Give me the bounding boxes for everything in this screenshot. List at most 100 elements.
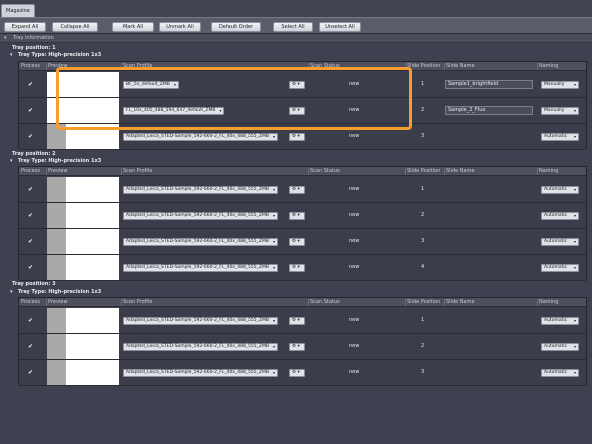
scan-profile-select[interactable]: Adapted_Leica_STED-Sample_592-660-2_FL_4… bbox=[123, 133, 278, 141]
process-checkbox[interactable]: ✔ bbox=[28, 81, 33, 88]
scan-profile-select[interactable]: Adapted_Leica_STED-Sample_592-660-2_FL_4… bbox=[123, 212, 278, 220]
tray-type-header[interactable]: ▾ Tray Type: High-precision 1x3 bbox=[10, 289, 101, 296]
scan-status: new bbox=[349, 186, 360, 192]
column-header-scan-profile[interactable]: Scan Profile bbox=[123, 167, 152, 175]
table-row[interactable]: ✔ Adapted_Leica_STED-Sample_592-660-2_FL_… bbox=[19, 334, 586, 360]
table-row[interactable]: ✔ Adapted_Leica_STED-Sample_592-660-2_FL_… bbox=[19, 229, 586, 255]
column-header-naming[interactable]: Naming bbox=[539, 167, 558, 175]
column-divider[interactable] bbox=[46, 63, 47, 70]
tab-magazine[interactable]: Magazine bbox=[1, 4, 35, 17]
profile-options-button[interactable]: ⚙ ▾ bbox=[289, 317, 305, 325]
table-row[interactable]: ✔ Adapted_Leica_STED-Sample_592-660-2_FL_… bbox=[19, 255, 586, 281]
naming-select[interactable]: Automatic ▾ bbox=[541, 317, 579, 325]
column-divider[interactable] bbox=[405, 168, 406, 175]
column-header-naming[interactable]: Naming bbox=[539, 62, 558, 70]
process-checkbox[interactable]: ✔ bbox=[28, 343, 33, 350]
slide-name-input[interactable]: Sample_2_Fluo bbox=[445, 106, 533, 115]
scan-profile-select[interactable]: Adapted_Leica_STED-Sample_592-660-2_FL_4… bbox=[123, 264, 278, 272]
table-row[interactable]: ✔ Adapted_Leica_STED-Sample_592-660-2_FL_… bbox=[19, 360, 586, 386]
chevron-down-icon: ▾ bbox=[573, 134, 576, 139]
column-divider[interactable] bbox=[444, 299, 445, 306]
chevron-down-icon: ▾ bbox=[272, 344, 275, 349]
table-row[interactable]: ✔ Adapted_Leica_STED-Sample_592-660-2_FL_… bbox=[19, 203, 586, 229]
process-checkbox[interactable]: ✔ bbox=[28, 212, 33, 219]
chevron-down-icon: ▾ bbox=[4, 35, 7, 41]
column-header-preview[interactable]: Preview bbox=[48, 167, 67, 175]
profile-options-button[interactable]: ⚙ ▾ bbox=[289, 264, 305, 272]
column-divider[interactable] bbox=[444, 168, 445, 175]
process-checkbox[interactable]: ✔ bbox=[28, 238, 33, 245]
process-checkbox[interactable]: ✔ bbox=[28, 107, 33, 114]
naming-select[interactable]: Automatic ▾ bbox=[541, 133, 579, 141]
naming-value: Automatic bbox=[544, 187, 568, 192]
column-divider[interactable] bbox=[405, 299, 406, 306]
profile-options-button[interactable]: ⚙ ▾ bbox=[289, 238, 305, 246]
column-header-slide-position[interactable]: Slide Position bbox=[407, 167, 440, 175]
select-all-button[interactable]: Select All bbox=[273, 22, 313, 32]
profile-options-button[interactable]: ⚙ ▾ bbox=[289, 133, 305, 141]
process-checkbox[interactable]: ✔ bbox=[28, 264, 33, 271]
column-header-slide-name[interactable]: Slide Name bbox=[446, 62, 475, 70]
column-header-slide-name[interactable]: Slide Name bbox=[446, 167, 475, 175]
naming-select[interactable]: Manually ▾ bbox=[541, 107, 579, 115]
scan-profile-select[interactable]: Adapted_Leica_STED-Sample_592-660-2_FL_4… bbox=[123, 369, 278, 377]
tray-type-header[interactable]: ▾ Tray Type: High-precision 1x3 bbox=[10, 52, 101, 59]
column-header-naming[interactable]: Naming bbox=[539, 298, 558, 306]
slide-name-input[interactable]: Sample1_brightfield bbox=[445, 80, 533, 89]
column-divider[interactable] bbox=[537, 168, 538, 175]
process-checkbox[interactable]: ✔ bbox=[28, 369, 33, 376]
naming-select[interactable]: Automatic ▾ bbox=[541, 212, 579, 220]
column-divider[interactable] bbox=[537, 299, 538, 306]
profile-options-button[interactable]: ⚙ ▾ bbox=[289, 369, 305, 377]
process-checkbox[interactable]: ✔ bbox=[28, 186, 33, 193]
expand-all-button[interactable]: Expand All bbox=[4, 22, 46, 32]
profile-options-button[interactable]: ⚙ ▾ bbox=[289, 212, 305, 220]
column-header-preview[interactable]: Preview bbox=[48, 298, 67, 306]
default-order-button[interactable]: Default Order bbox=[211, 22, 261, 32]
scan-profile-value: Adapted_Leica_STED-Sample_592-660-2_FL_4… bbox=[126, 344, 269, 349]
column-header-scan-profile[interactable]: Scan Profile bbox=[123, 298, 152, 306]
column-divider[interactable] bbox=[121, 168, 122, 175]
process-checkbox[interactable]: ✔ bbox=[28, 317, 33, 324]
table-row[interactable]: ✔ Adapted_Leica_STED-Sample_592-660-2_FL_… bbox=[19, 177, 586, 203]
column-header-scan-status[interactable]: Scan Status bbox=[310, 167, 340, 175]
column-header-process[interactable]: Process bbox=[21, 62, 40, 70]
scan-profile-select[interactable]: Adapted_Leica_STED-Sample_592-660-2_FL_4… bbox=[123, 238, 278, 246]
scan-profile-select[interactable]: Adapted_Leica_STED-Sample_592-660-2_FL_4… bbox=[123, 343, 278, 351]
profile-options-button[interactable]: ⚙ ▾ bbox=[289, 186, 305, 194]
scan-profile-select[interactable]: Adapted_Leica_STED-Sample_592-660-2_FL_4… bbox=[123, 186, 278, 194]
column-header-scan-status[interactable]: Scan Status bbox=[310, 298, 340, 306]
column-divider[interactable] bbox=[46, 168, 47, 175]
column-header-slide-position[interactable]: Slide Position bbox=[407, 62, 440, 70]
tray-type-header[interactable]: ▾ Tray Type: High-precision 1x3 bbox=[10, 158, 101, 165]
scan-profile-value: Adapted_Leica_STED-Sample_592-660-2_FL_4… bbox=[126, 134, 269, 139]
unselect-all-button[interactable]: Unselect All bbox=[319, 22, 361, 32]
mark-all-button[interactable]: Mark All bbox=[112, 22, 154, 32]
column-header-process[interactable]: Process bbox=[21, 298, 40, 306]
naming-select[interactable]: Manually ▾ bbox=[541, 81, 579, 89]
column-divider[interactable] bbox=[308, 168, 309, 175]
profile-options-button[interactable]: ⚙ ▾ bbox=[289, 343, 305, 351]
column-header-slide-position[interactable]: Slide Position bbox=[407, 298, 440, 306]
column-header-slide-name[interactable]: Slide Name bbox=[446, 298, 475, 306]
chevron-down-icon: ▾ bbox=[573, 239, 576, 244]
naming-select[interactable]: Automatic ▾ bbox=[541, 186, 579, 194]
table-row[interactable]: ✔ Adapted_Leica_STED-Sample_592-660-2_FL_… bbox=[19, 308, 586, 334]
column-divider[interactable] bbox=[537, 63, 538, 70]
naming-select[interactable]: Automatic ▾ bbox=[541, 343, 579, 351]
tray-information-header[interactable]: ▾ Tray information bbox=[0, 34, 592, 43]
naming-select[interactable]: Automatic ▾ bbox=[541, 238, 579, 246]
scan-profile-value: Adapted_Leica_STED-Sample_592-660-2_FL_4… bbox=[126, 265, 269, 270]
unmark-all-button[interactable]: Unmark All bbox=[159, 22, 201, 32]
scan-status: new bbox=[349, 133, 360, 139]
column-divider[interactable] bbox=[46, 299, 47, 306]
naming-select[interactable]: Automatic ▾ bbox=[541, 369, 579, 377]
naming-select[interactable]: Automatic ▾ bbox=[541, 264, 579, 272]
collapse-all-button[interactable]: Collapse All bbox=[52, 22, 98, 32]
column-divider[interactable] bbox=[444, 63, 445, 70]
process-checkbox[interactable]: ✔ bbox=[28, 133, 33, 140]
column-header-process[interactable]: Process bbox=[21, 167, 40, 175]
scan-profile-select[interactable]: Adapted_Leica_STED-Sample_592-660-2_FL_4… bbox=[123, 317, 278, 325]
column-divider[interactable] bbox=[308, 299, 309, 306]
column-divider[interactable] bbox=[121, 299, 122, 306]
